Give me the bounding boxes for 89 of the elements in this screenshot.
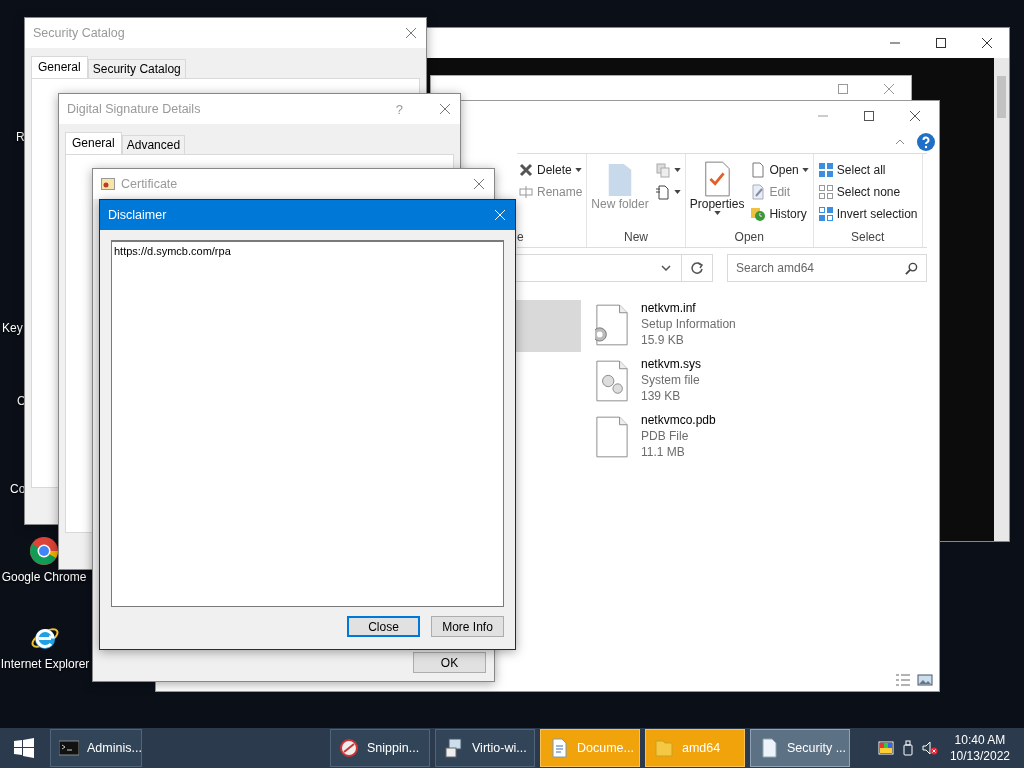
speaker-muted-icon[interactable] — [921, 740, 938, 756]
ok-button[interactable]: OK — [413, 652, 486, 673]
file-item[interactable]: netkvm.inf Setup Information 15.9 KB — [595, 300, 736, 348]
help-icon[interactable] — [917, 133, 935, 151]
caret-icon — [713, 211, 721, 215]
title-bar: Disclaimer — [100, 200, 515, 230]
url-text: https://d.symcb.com/rpa — [114, 245, 231, 257]
file-type: PDB File — [641, 428, 690, 444]
collapse-ribbon-icon[interactable] — [895, 139, 905, 145]
tab[interactable]: Advanced — [121, 135, 186, 154]
caret-icon — [673, 189, 681, 194]
close-icon[interactable] — [981, 37, 993, 49]
edit-icon — [750, 183, 767, 200]
file-name: netkvmco.pdb — [641, 412, 716, 428]
file-type: Setup Information — [641, 316, 736, 332]
rename-icon — [518, 183, 534, 200]
desktop-icon-label[interactable]: R — [16, 130, 25, 144]
display-icon[interactable] — [877, 740, 894, 756]
ribbon-group-label: New — [623, 230, 650, 246]
properties-icon — [702, 160, 733, 198]
search-field[interactable]: Search amd64 — [727, 254, 927, 282]
certificate-icon — [101, 178, 115, 190]
grid-icon — [817, 161, 834, 178]
taskbar-button[interactable]: Virtio-wi... — [435, 729, 535, 767]
folder-icon — [654, 738, 674, 758]
selected-item-background — [516, 300, 581, 352]
ribbon-button[interactable]: Select all — [816, 160, 919, 179]
file-size: 11.1 MB — [641, 444, 686, 460]
ribbon-group-label: Select — [849, 230, 886, 246]
desktop-icon-label[interactable]: Google Chrome — [1, 570, 87, 584]
ribbon-button[interactable]: Properties — [688, 158, 746, 230]
invert-grid-icon — [817, 205, 834, 222]
file-icon — [595, 415, 629, 459]
desktop-icon-label[interactable]: Internet Explorer — [0, 657, 90, 671]
tab[interactable]: General — [31, 56, 88, 78]
tab[interactable]: Security Catalog — [87, 59, 186, 78]
caret-icon — [574, 167, 582, 172]
ribbon-button[interactable]: Select none — [816, 182, 919, 201]
file-type: System file — [641, 372, 701, 388]
clock[interactable]: 10:40 AM 10/13/2022 — [949, 732, 1010, 764]
file-item[interactable]: netkvm.sys System file 139 KB — [595, 356, 736, 404]
page-icon — [759, 738, 779, 758]
ribbon-icon-button[interactable] — [653, 182, 682, 201]
dialog-button[interactable]: More Info — [431, 616, 504, 637]
dialog-button[interactable]: Close — [347, 616, 420, 637]
ribbon-group-label: Open — [733, 230, 765, 246]
taskbar-button[interactable]: Security ... — [750, 729, 850, 767]
refresh-button[interactable] — [681, 254, 713, 282]
page-icon — [750, 161, 767, 178]
window-title: Certificate — [121, 177, 179, 191]
installer-icon — [444, 738, 464, 758]
taskbar-button[interactable]: Adminis... — [50, 729, 142, 767]
file-size: 15.9 KB — [641, 332, 685, 348]
window-title: Digital Signature Details — [67, 102, 202, 116]
maximize-icon[interactable] — [935, 37, 947, 49]
delete-icon — [518, 161, 534, 178]
desktop-icon-label[interactable]: Key — [2, 321, 23, 335]
ribbon-button[interactable]: Invert selection — [816, 204, 919, 223]
ribbon-group-label: e — [517, 230, 525, 246]
refresh-icon — [690, 261, 704, 275]
tab[interactable]: General — [65, 132, 122, 154]
ribbon-button[interactable]: Delete — [517, 160, 584, 179]
ribbon-button[interactable]: History — [749, 204, 810, 223]
file-item[interactable]: netkvmco.pdb PDB File 11.1 MB — [595, 412, 736, 460]
caret-icon — [801, 167, 809, 172]
history-icon — [750, 205, 767, 222]
empty-grid-icon — [817, 183, 834, 200]
dropdown-icon[interactable] — [661, 265, 671, 271]
console-icon — [59, 738, 79, 758]
new-page-icon — [654, 183, 671, 200]
search-icon — [905, 262, 918, 275]
file-name: netkvm.inf — [641, 300, 697, 316]
gear-file-icon — [595, 359, 629, 403]
ribbon-button[interactable]: Open — [749, 160, 810, 179]
taskbar-button[interactable]: Snippin... — [330, 729, 430, 767]
text-area[interactable]: https://d.symcb.com/rpa — [111, 240, 504, 607]
maximize-icon[interactable] — [863, 110, 875, 122]
scrollbar[interactable] — [994, 58, 1009, 541]
close-icon[interactable] — [909, 110, 921, 122]
file-name: netkvm.sys — [641, 356, 701, 372]
gear-file-icon — [595, 303, 629, 347]
caret-icon — [673, 167, 681, 172]
window-title: Security Catalog — [33, 26, 126, 40]
file-size: 139 KB — [641, 388, 682, 404]
copy-icon — [654, 161, 671, 178]
large-icons-view-icon[interactable] — [917, 674, 933, 686]
document-icon — [549, 738, 569, 758]
start-icon[interactable] — [14, 738, 34, 758]
chrome-icon[interactable] — [29, 536, 59, 566]
